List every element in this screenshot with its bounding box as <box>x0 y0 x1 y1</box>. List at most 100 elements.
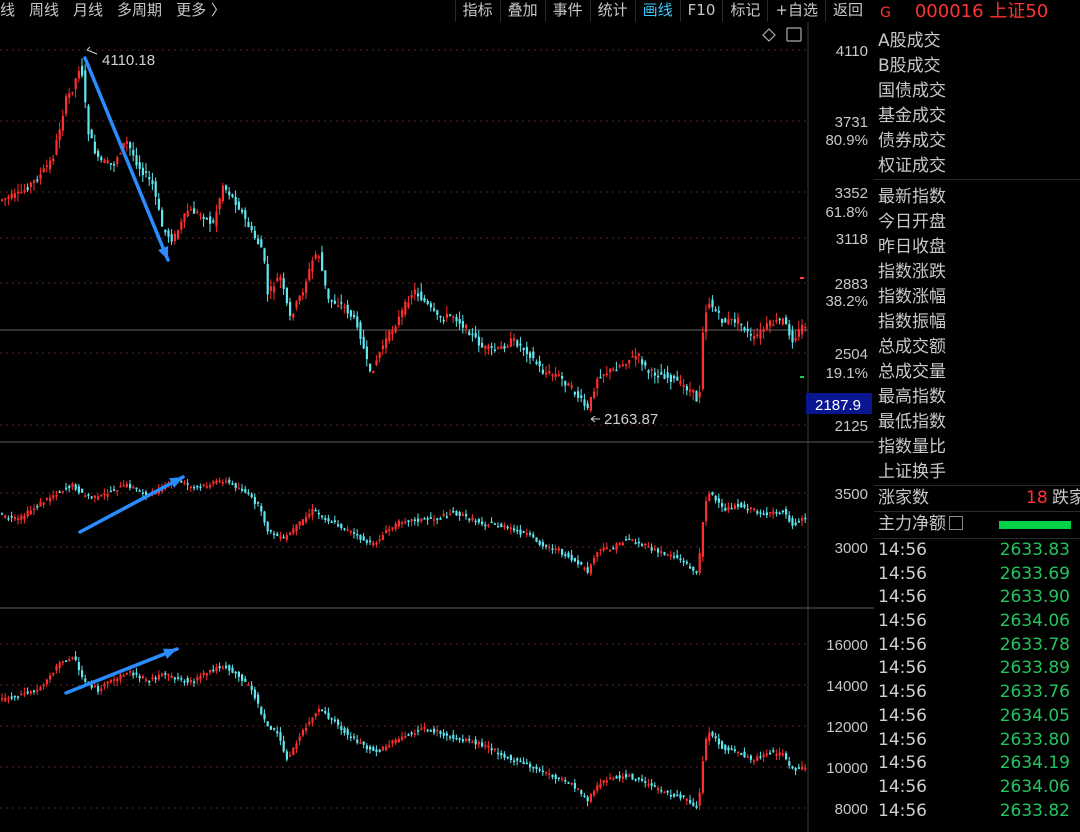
tick-price: 2633.76 <box>999 682 1070 703</box>
tick-time: 14:56 <box>878 729 927 750</box>
panel3-candle <box>513 760 516 763</box>
price-candle <box>673 375 676 379</box>
index-name[interactable]: 上证50 <box>989 1 1048 22</box>
panel3-candle <box>237 671 240 677</box>
panel2-candle <box>317 512 320 515</box>
panel3-candle <box>247 684 250 686</box>
panel3-candle <box>285 751 288 760</box>
panel3-candle <box>794 767 797 771</box>
price-candle <box>433 308 436 311</box>
price-candle <box>730 318 733 321</box>
price-candle <box>385 338 388 349</box>
price-candle <box>666 372 669 378</box>
price-candle <box>39 173 42 180</box>
price-candle <box>653 372 656 376</box>
tick-row: 14:56 2633.78 <box>874 634 1080 658</box>
stat-label: 今日开盘 <box>878 212 946 232</box>
price-candle <box>369 363 372 372</box>
panel3-candle <box>263 713 266 720</box>
tool-button[interactable]: 标记 <box>722 0 767 22</box>
price-candle <box>580 395 583 399</box>
tool-button[interactable]: 返回 <box>824 0 870 22</box>
tick-list[interactable]: 14:56 2633.83 14:56 2633.69 14:56 2633.90 14:5… <box>874 539 1080 823</box>
panel3-candle <box>29 691 32 694</box>
panel3-candle <box>548 773 551 776</box>
panel2-candle <box>68 486 71 489</box>
price-candle <box>769 320 772 326</box>
panel2-candle <box>628 538 631 541</box>
price-candle <box>525 347 528 355</box>
period-tab[interactable]: 多周期 <box>117 0 162 22</box>
price-candle <box>401 309 404 318</box>
tool-button[interactable]: +自选 <box>767 0 825 22</box>
decline-label: 跌家 <box>1052 488 1080 508</box>
panel2-candle <box>439 518 442 520</box>
price-candle <box>125 141 128 144</box>
tool-button[interactable]: 画线 <box>634 0 680 22</box>
panel3-candle <box>743 751 746 758</box>
price-candle <box>465 324 468 329</box>
period-tab[interactable]: 更多 〉 <box>176 0 226 22</box>
panel2-candle <box>618 542 621 546</box>
panel3-candle <box>730 748 733 750</box>
index-code[interactable]: 000016 <box>915 1 984 22</box>
panel2-candle <box>71 483 74 488</box>
price-candle <box>205 217 208 220</box>
panel3-candle <box>362 741 365 745</box>
price-candle <box>609 368 612 373</box>
panel3-candle <box>231 667 234 673</box>
panel2-candle <box>52 495 55 498</box>
price-candle <box>13 193 16 198</box>
panel3-candle <box>49 675 52 680</box>
tick-time: 14:56 <box>878 800 927 821</box>
panel2-candle <box>689 566 692 569</box>
panel2-candle <box>263 511 266 523</box>
tool-button[interactable]: F10 <box>679 0 723 22</box>
panel3-candle <box>321 709 324 712</box>
price-axis-label: 4110 <box>836 43 868 60</box>
panel2-candle <box>548 546 551 549</box>
price-candle <box>717 310 720 313</box>
fib-pct-label: 19.1% <box>825 365 868 382</box>
panel2-candle <box>685 561 688 564</box>
panel3-candle <box>410 732 413 735</box>
price-candle <box>596 378 599 389</box>
panel2-candle <box>525 533 528 535</box>
tool-menu: 指标 叠加 事件 统计 画线 F10 标记 +自选 返回 <box>454 0 870 22</box>
panel2-candle <box>218 480 221 483</box>
price-candle <box>189 209 192 211</box>
price-candle <box>333 300 336 304</box>
price-candle <box>145 171 148 173</box>
period-tab[interactable]: 周线 <box>29 0 59 22</box>
price-candle <box>148 176 151 180</box>
price-candle <box>68 93 71 98</box>
price-candle <box>247 222 250 227</box>
panel3-candle <box>17 696 20 698</box>
panel3-candle <box>714 736 717 739</box>
panel3-candle <box>689 799 692 804</box>
price-candle <box>1 199 4 201</box>
tool-button[interactable]: 统计 <box>589 0 635 22</box>
panel3-candle <box>733 749 736 752</box>
list-icon[interactable] <box>949 516 963 530</box>
price-candle <box>551 374 554 376</box>
layout-icon <box>786 27 802 42</box>
panel2-candle <box>413 519 416 522</box>
period-tab[interactable]: 月线 <box>73 0 103 22</box>
period-tab[interactable]: 线 <box>0 0 15 22</box>
tool-button[interactable]: 指标 <box>454 0 500 22</box>
tool-button[interactable]: 事件 <box>544 0 590 22</box>
price-candle <box>10 193 13 199</box>
panel3-candle <box>749 755 752 760</box>
tool-button[interactable]: 叠加 <box>499 0 545 22</box>
price-candle <box>426 300 429 305</box>
panel2-candle <box>39 501 42 507</box>
price-candle <box>90 129 93 139</box>
panel3-candle <box>375 749 378 753</box>
fib-pct-label: 80.9% <box>825 132 868 149</box>
panel3-candle <box>503 754 506 758</box>
price-candle <box>186 210 189 217</box>
kline-chart-area[interactable]: 4110 3731 3352 3118 2883 2504 2125 80.9% 61.8% 38… <box>0 0 874 832</box>
panel2-candle <box>359 535 362 540</box>
panel2-candle <box>196 485 199 488</box>
